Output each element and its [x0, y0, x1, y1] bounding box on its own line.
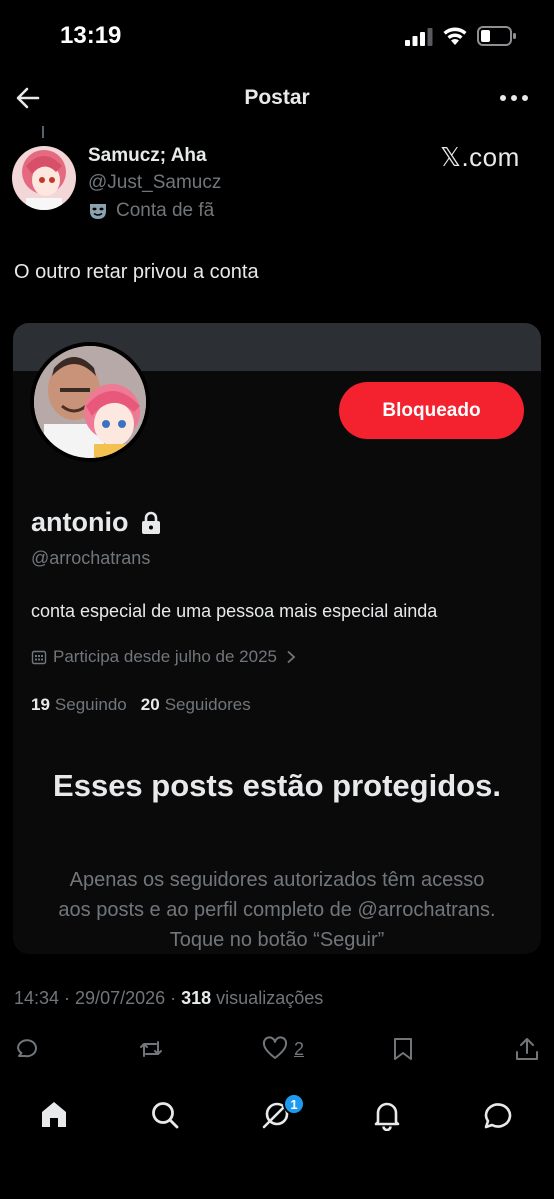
bell-icon	[374, 1102, 400, 1132]
post-text: O outro retar privou a conta	[14, 261, 259, 283]
profile-avatar	[30, 342, 150, 462]
more-icon[interactable]	[498, 86, 530, 110]
home-icon	[42, 1102, 66, 1127]
post-timestamp: 14:34 · 29/07/2026 ·	[14, 988, 177, 1008]
author-avatar[interactable]	[12, 146, 76, 210]
fan-label: Conta de fã	[116, 200, 215, 221]
tab-search[interactable]	[149, 1099, 183, 1133]
share-button[interactable]	[514, 1034, 540, 1064]
follow-stats: 19 Seguindo 20 Seguidores	[31, 695, 265, 715]
followers-count: 20	[140, 695, 160, 714]
protected-description: Apenas os seguidores autorizados têm ace…	[58, 869, 496, 951]
like-button[interactable]: 2	[262, 1034, 304, 1064]
views-label: visualizações	[216, 988, 324, 1008]
profile-name: antonio	[31, 507, 129, 537]
tab-notifications[interactable]	[371, 1099, 405, 1133]
bookmark-button[interactable]	[390, 1034, 416, 1064]
thread-line	[42, 126, 44, 138]
joined-date: Participa desde julho de 2025	[31, 647, 297, 667]
like-count: 2	[294, 1038, 305, 1059]
author-handle[interactable]: @Just_Samucz	[88, 172, 221, 194]
tab-bar: 1	[0, 1085, 554, 1199]
reply-button[interactable]	[14, 1034, 40, 1064]
action-bar: 2	[0, 1030, 554, 1070]
blocked-button: Bloqueado	[339, 382, 524, 439]
following-count: 19	[31, 695, 50, 714]
source-label: 𝕏.com	[440, 142, 520, 172]
wifi-icon	[443, 27, 467, 45]
profile-name-row: antonio	[31, 507, 162, 538]
mask-icon	[90, 204, 106, 219]
heart-icon	[262, 1036, 288, 1059]
author-name[interactable]: Samucz; Aha	[88, 145, 207, 167]
nav-header: Postar	[0, 72, 554, 128]
messages-badge: 1	[283, 1093, 305, 1115]
page-title: Postar	[244, 86, 310, 109]
lock-icon	[142, 511, 161, 534]
reply-icon	[17, 1039, 37, 1058]
share-icon	[516, 1038, 538, 1060]
chevron-right-icon	[287, 650, 296, 664]
fan-account-label: Conta de fã	[88, 199, 214, 223]
embedded-image[interactable]: Bloqueado antonio @arrochatrans conta es…	[13, 323, 541, 954]
followers-label: Seguidores	[164, 695, 251, 714]
bookmark-icon	[394, 1038, 412, 1060]
signal-icon	[405, 28, 433, 46]
tab-home[interactable]	[38, 1099, 72, 1133]
tab-messages[interactable]	[482, 1099, 516, 1133]
messages-icon	[484, 1103, 512, 1129]
protected-title: Esses posts estão protegidos.	[53, 768, 501, 803]
calendar-icon	[31, 650, 47, 665]
following-label: Seguindo	[54, 695, 127, 714]
status-time: 13:19	[60, 22, 122, 49]
repost-button[interactable]	[138, 1034, 164, 1064]
views-count: 318	[181, 988, 212, 1008]
profile-bio: conta especial de uma pessoa mais especi…	[31, 601, 438, 621]
battery-icon	[477, 26, 516, 46]
repost-icon	[140, 1041, 162, 1057]
search-icon	[152, 1102, 179, 1129]
profile-handle: @arrochatrans	[31, 548, 151, 568]
post-meta: 14:34 · 29/07/2026 · 318 visualizações	[14, 988, 323, 1009]
status-bar: 13:19	[0, 0, 554, 72]
joined-text: Participa desde julho de 2025	[53, 647, 277, 666]
